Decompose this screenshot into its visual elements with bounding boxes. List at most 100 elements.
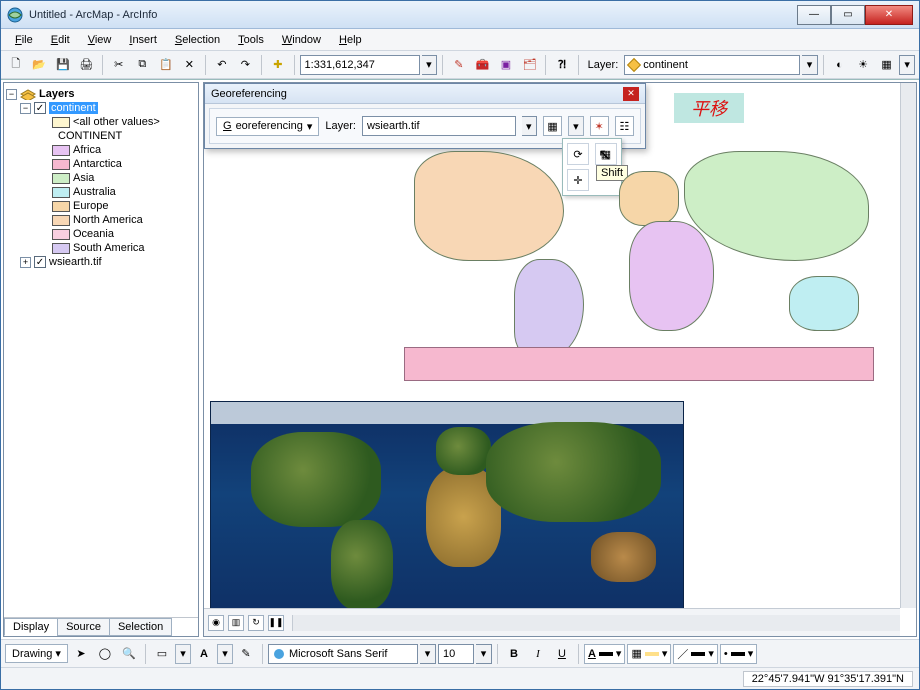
toc-continent-row[interactable]: Africa — [6, 143, 196, 157]
shape-dropdown[interactable]: ▾ — [175, 644, 191, 664]
swatch-icon — [52, 117, 70, 128]
paste-button[interactable]: 📋 — [155, 54, 177, 76]
map-canvas[interactable]: Georeferencing ✕ Georeferencing ▾ Layer:… — [204, 83, 900, 608]
toc-layer-wsiearth[interactable]: + wsiearth.tif — [6, 255, 196, 269]
georef-titlebar[interactable]: Georeferencing ✕ — [205, 84, 645, 104]
tab-selection[interactable]: Selection — [109, 618, 172, 636]
titlebar: Untitled - ArcMap - ArcInfo — ▭ ✕ — [1, 1, 919, 29]
georef-tools-dropdown[interactable]: ▾ — [568, 116, 583, 136]
add-control-points-button[interactable]: ✶ — [590, 116, 609, 136]
menu-view[interactable]: View — [80, 32, 120, 48]
new-button[interactable]: 🗋 — [5, 54, 27, 76]
font-dropdown[interactable]: ▾ — [420, 644, 436, 664]
redo-button[interactable]: ↷ — [235, 54, 257, 76]
toc-continent-row[interactable]: South America — [6, 241, 196, 255]
layout-view-tab[interactable]: ▥ — [228, 615, 244, 631]
expand-icon[interactable]: + — [20, 257, 31, 268]
close-button[interactable]: ✕ — [865, 5, 913, 25]
georef-menu[interactable]: Georeferencing ▾ — [216, 117, 319, 136]
font-size-combo[interactable]: 10 — [438, 644, 474, 664]
copy-button[interactable]: ⧉ — [132, 54, 154, 76]
rect-draw-tool[interactable]: ▭ — [151, 643, 173, 665]
contrast-button[interactable]: ◐ — [829, 54, 851, 76]
collapse-icon[interactable]: − — [20, 103, 31, 114]
whatsthis-button[interactable]: ⁈ — [551, 54, 573, 76]
minimize-button[interactable]: — — [797, 5, 831, 25]
menu-selection[interactable]: Selection — [167, 32, 228, 48]
save-button[interactable]: 💾 — [52, 54, 74, 76]
pause-tab[interactable]: ❚❚ — [268, 615, 284, 631]
text-tool[interactable]: A — [193, 643, 215, 665]
georef-close-button[interactable]: ✕ — [623, 87, 639, 101]
toolbox-button[interactable]: 🧰 — [472, 54, 494, 76]
menu-window[interactable]: Window — [274, 32, 329, 48]
continent-layer-graphic — [404, 141, 874, 381]
font-combo[interactable]: Microsoft Sans Serif — [268, 644, 418, 664]
data-view-tab[interactable]: ◉ — [208, 615, 224, 631]
collapse-icon[interactable]: − — [6, 89, 17, 100]
edit-vertices-tool[interactable]: ✎ — [235, 643, 257, 665]
select-tool[interactable]: ➤ — [70, 643, 92, 665]
georef-layer-input[interactable] — [362, 116, 516, 136]
toc-continent-row[interactable]: Antarctica — [6, 157, 196, 171]
delete-button[interactable]: ✕ — [179, 54, 201, 76]
vertical-scrollbar[interactable] — [900, 83, 916, 608]
georef-layer-dropdown[interactable]: ▾ — [522, 116, 537, 136]
toc-continent-row[interactable]: North America — [6, 213, 196, 227]
layer-combo[interactable]: continent — [624, 55, 800, 75]
editor-button[interactable]: ✎ — [448, 54, 470, 76]
menu-insert[interactable]: Insert — [121, 32, 165, 48]
toc-continent-label: North America — [73, 214, 143, 226]
font-color-button[interactable]: A▾ — [584, 644, 625, 664]
shape-asia — [684, 151, 869, 261]
zoom-tool[interactable]: 🔍 — [118, 643, 140, 665]
toc-sym-all[interactable]: <all other values> — [6, 115, 196, 129]
italic-button[interactable]: I — [527, 643, 549, 665]
tab-source[interactable]: Source — [57, 618, 110, 636]
command-button[interactable]: ▣ — [495, 54, 517, 76]
bold-button[interactable]: B — [503, 643, 525, 665]
menu-help[interactable]: Help — [331, 32, 370, 48]
toc-layer-continent[interactable]: − continent — [6, 101, 196, 115]
brightness-button[interactable]: ☀ — [852, 54, 874, 76]
maximize-button[interactable]: ▭ — [831, 5, 865, 25]
visibility-checkbox[interactable] — [34, 102, 46, 114]
tab-display[interactable]: Display — [4, 618, 58, 636]
effects-dropdown[interactable]: ▾ — [899, 55, 915, 75]
shape-antarctica — [404, 347, 874, 381]
georef-tools-button[interactable]: ▦ — [543, 116, 562, 136]
stretch-button[interactable]: ▦ — [876, 54, 898, 76]
size-dropdown[interactable]: ▾ — [476, 644, 492, 664]
map-scale-input[interactable] — [300, 55, 420, 75]
menu-tools[interactable]: Tools — [230, 32, 272, 48]
georef-title: Georeferencing — [211, 88, 623, 100]
toc-root-label: Layers — [39, 88, 74, 100]
add-data-button[interactable]: ✚ — [267, 54, 289, 76]
undo-button[interactable]: ↶ — [211, 54, 233, 76]
toc-continent-row[interactable]: Asia — [6, 171, 196, 185]
text-dropdown[interactable]: ▾ — [217, 644, 233, 664]
visibility-checkbox[interactable] — [34, 256, 46, 268]
drawing-menu[interactable]: Drawing ▾ — [5, 644, 68, 663]
scale-dropdown[interactable]: ▾ — [422, 55, 438, 75]
link-table-button[interactable]: ☷ — [615, 116, 634, 136]
refresh-tab[interactable]: ↻ — [248, 615, 264, 631]
layer-dropdown[interactable]: ▾ — [802, 55, 818, 75]
fill-color-button[interactable]: ▦▾ — [627, 644, 671, 664]
menu-file[interactable]: File — [7, 32, 41, 48]
font-icon — [273, 648, 285, 660]
toc-continent-row[interactable]: Oceania — [6, 227, 196, 241]
marker-color-button[interactable]: •▾ — [720, 644, 757, 664]
open-button[interactable]: 📂 — [29, 54, 51, 76]
catalog-button[interactable]: 🗂 — [519, 54, 541, 76]
rotate-tool[interactable]: ◯ — [94, 643, 116, 665]
toc-continent-row[interactable]: Australia — [6, 185, 196, 199]
underline-button[interactable]: U — [551, 643, 573, 665]
line-color-button[interactable]: ／▾ — [673, 644, 718, 664]
menu-edit[interactable]: Edit — [43, 32, 78, 48]
toc-continent-row[interactable]: Europe — [6, 199, 196, 213]
cut-button[interactable]: ✂ — [108, 54, 130, 76]
horizontal-scrollbar[interactable] — [292, 615, 900, 631]
print-button[interactable]: 🖨 — [76, 54, 98, 76]
toc-root[interactable]: − Layers — [6, 87, 196, 101]
